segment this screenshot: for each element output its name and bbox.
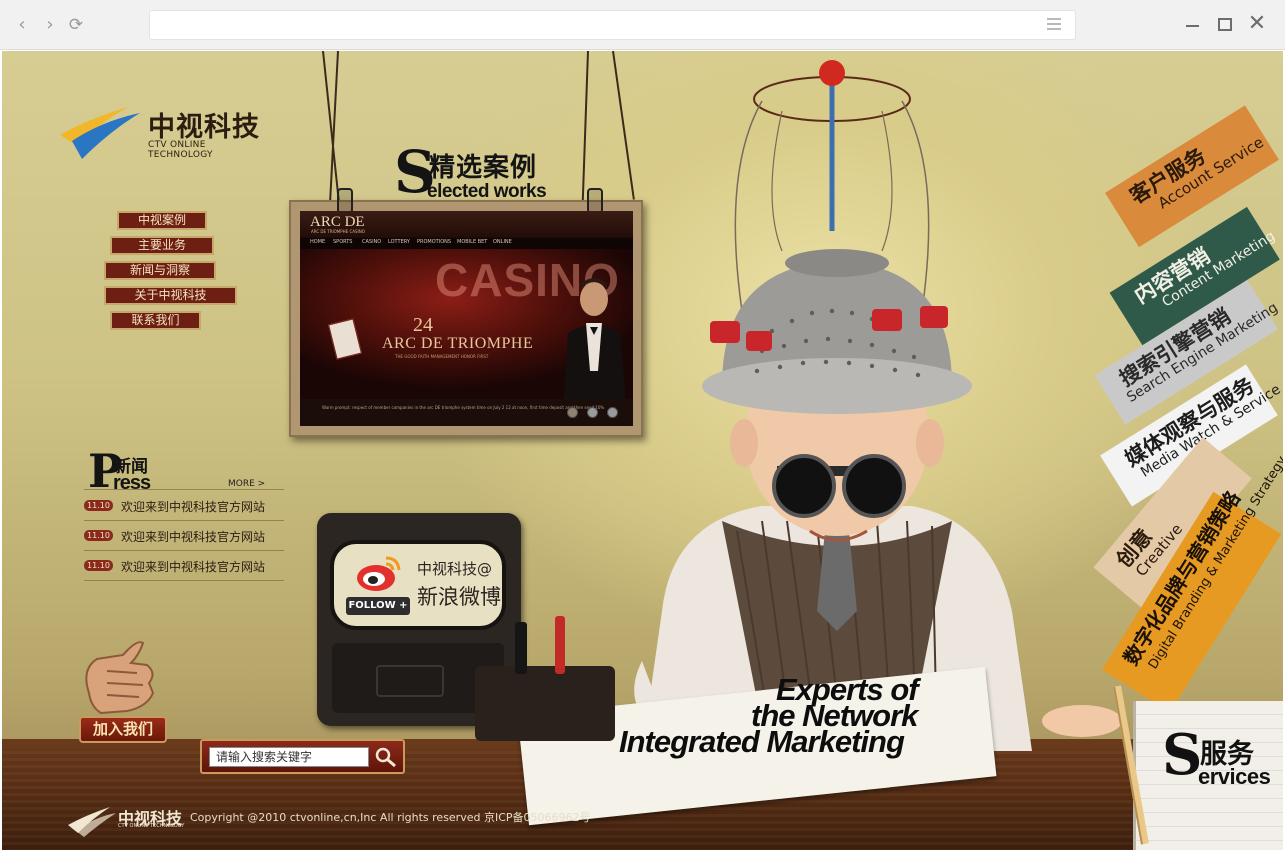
back-button[interactable]: ‹ <box>12 14 32 36</box>
nav-item-contact[interactable]: 联系我们 <box>110 311 201 330</box>
footer-logo-text-en: CTV ONLINE TECHNOLOGY <box>118 823 185 829</box>
weibo-screen: 中视科技@ 新浪微博 FOLLOW + <box>330 540 506 630</box>
menu-icon[interactable] <box>1047 18 1061 32</box>
news-item[interactable]: 11.10 欢迎来到中视科技官方网站 <box>84 528 284 544</box>
news-title: 欢迎来到中视科技官方网站 <box>121 530 266 544</box>
search-box <box>200 739 405 774</box>
footer-logo-swoosh-icon <box>68 807 116 837</box>
close-button[interactable]: ✕ <box>1246 11 1268 36</box>
address-bar[interactable] <box>149 10 1076 40</box>
maximize-button[interactable] <box>1214 14 1236 36</box>
selected-works-title-cn: 精选案例 <box>429 153 538 183</box>
news-title: 欢迎来到中视科技官方网站 <box>121 500 266 514</box>
back-icon: ‹ <box>18 14 26 35</box>
news-date: 11.10 <box>84 530 113 541</box>
slogan-line-3: Integrated Marketing <box>619 724 905 759</box>
more-news-link[interactable]: MORE > <box>228 479 265 489</box>
web-page: 中视科技 CTV ONLINE TECHNOLOGY 中视案例 主要业务 新闻与… <box>2 51 1283 850</box>
selected-works-frame[interactable]: ARC DE ARC DE TRIOMPHE CASINO HOME SPORT… <box>289 188 643 437</box>
slide-dot-2[interactable] <box>587 407 598 418</box>
maximize-icon <box>1218 18 1232 31</box>
playing-card-icon <box>328 318 362 360</box>
weibo-text-1: 中视科技@ <box>417 560 493 578</box>
hand-pointer-icon <box>85 641 155 715</box>
case-logo-sub: ARC DE TRIOMPHE CASINO <box>311 229 365 234</box>
slide-dot-3[interactable] <box>607 407 618 418</box>
case-banner: CASINO 24 ARC DE TRIOMPHE THE GOOD FAITH… <box>300 249 633 401</box>
weibo-icon <box>357 556 401 591</box>
footer-logo[interactable]: 中视科技 CTV ONLINE TECHNOLOGY <box>66 803 186 837</box>
case-preview[interactable]: ARC DE ARC DE TRIOMPHE CASINO HOME SPORT… <box>300 211 633 426</box>
slide-dot-1[interactable] <box>567 407 578 418</box>
reload-button[interactable]: ⟳ <box>66 14 86 36</box>
services-initial: S <box>1162 722 1203 788</box>
copyright-text: Copyright @2010 ctvonline,cn,Inc All rig… <box>190 811 591 824</box>
gentleman-figure <box>564 278 626 401</box>
weibo-text-2: 新浪微博 <box>417 585 501 609</box>
follow-button[interactable]: FOLLOW + <box>346 597 410 615</box>
reload-icon: ⟳ <box>68 15 84 35</box>
case-nav: HOME SPORTS CASINO LOTTERY PROMOTIONS MO… <box>300 238 633 249</box>
news-date: 11.10 <box>84 500 113 511</box>
search-icon <box>375 747 396 768</box>
news-item[interactable]: 11.10 欢迎来到中视科技官方网站 <box>84 558 284 574</box>
services-title-en: ervices <box>1198 764 1271 789</box>
nav-item-business[interactable]: 主要业务 <box>110 236 214 255</box>
join-us-button[interactable]: 加入我们 <box>79 716 167 743</box>
news-item[interactable]: 11.10 欢迎来到中视科技官方网站 <box>84 498 284 514</box>
forward-icon: › <box>46 14 54 35</box>
site-logo[interactable]: 中视科技 CTV ONLINE TECHNOLOGY <box>58 101 268 171</box>
search-button[interactable] <box>374 746 398 768</box>
news-date: 11.10 <box>84 560 113 571</box>
logo-text-cn: 中视科技 <box>148 112 260 142</box>
press-title-en: ress <box>113 472 151 494</box>
logo-swoosh-icon <box>60 107 140 159</box>
news-title: 欢迎来到中视科技官方网站 <box>121 560 266 574</box>
nav-item-cases[interactable]: 中视案例 <box>117 211 207 230</box>
close-icon: ✕ <box>1247 11 1267 36</box>
nav-item-news[interactable]: 新闻与洞察 <box>104 261 216 280</box>
forward-button[interactable]: › <box>40 14 60 36</box>
device-box <box>475 616 615 741</box>
minimize-button[interactable] <box>1182 14 1204 36</box>
minimize-icon <box>1186 25 1199 27</box>
logo-text-en: CTV ONLINE TECHNOLOGY <box>148 140 213 160</box>
nav-item-about[interactable]: 关于中视科技 <box>104 286 237 305</box>
search-input[interactable] <box>209 747 369 767</box>
browser-toolbar: ‹ › ⟳ ✕ <box>0 0 1285 50</box>
